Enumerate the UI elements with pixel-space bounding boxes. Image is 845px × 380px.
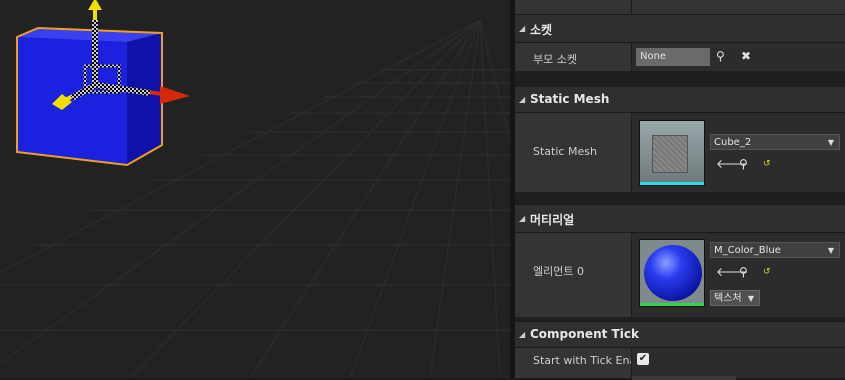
- spacer: [515, 317, 845, 321]
- element-label: 엘리먼트 0: [533, 265, 584, 278]
- material-combo-value: M_Color_Blue: [714, 245, 781, 256]
- start-with-tick-value: ✔: [631, 348, 845, 380]
- chevron-down-icon: ▼: [827, 138, 834, 147]
- triangle-down-icon[interactable]: ◢: [519, 24, 525, 33]
- triangle-down-icon[interactable]: ◢: [519, 330, 525, 339]
- spacer: [515, 192, 845, 204]
- category-title: 소켓: [530, 23, 553, 37]
- texture-button[interactable]: 텍스처 ▼: [710, 290, 760, 306]
- reset-arrow-icon[interactable]: ↺: [763, 265, 771, 279]
- cube-mesh: [16, 26, 163, 167]
- reset-arrow-icon[interactable]: ↺: [763, 157, 771, 171]
- magnifier-icon[interactable]: ⚲: [739, 157, 748, 171]
- category-title: Static Mesh: [530, 92, 610, 106]
- magnifier-icon[interactable]: ⚲: [739, 265, 748, 279]
- material-value: M_Color_Blue ▼ 🡐 ⚲ ↺ 텍스처 ▼: [631, 233, 845, 317]
- chevron-down-icon: ▼: [827, 246, 834, 255]
- static-mesh-row: Static Mesh Cube_2 ▼ 🡐 ⚲ ↺: [515, 113, 845, 192]
- material-combo[interactable]: M_Color_Blue ▼: [710, 242, 840, 258]
- category-materials[interactable]: ◢ 머티리얼: [515, 205, 845, 232]
- mesh-thumbnail[interactable]: [639, 120, 705, 186]
- parent-socket-label: 부모 소켓: [533, 53, 577, 66]
- category-socket[interactable]: ◢ 소켓: [515, 15, 845, 42]
- start-with-tick-row: Start with Tick Enabled ✔: [515, 348, 845, 380]
- mesh-thumbnail-underline: [640, 182, 704, 185]
- parent-socket-field[interactable]: None: [636, 48, 710, 66]
- parent-socket-value: None ⚲ ✖: [631, 43, 845, 71]
- material-thumbnail[interactable]: [639, 239, 705, 307]
- texture-button-label: 텍스처: [714, 293, 742, 304]
- magnifier-icon[interactable]: ⚲: [716, 49, 725, 63]
- start-with-tick-checkbox[interactable]: ✔: [637, 353, 649, 365]
- static-mesh-label: Static Mesh: [533, 145, 597, 158]
- parent-socket-row: 부모 소켓 None ⚲ ✖: [515, 43, 845, 71]
- material-thumbnail-underline: [640, 303, 704, 306]
- x-icon[interactable]: ✖: [741, 49, 751, 63]
- level-viewport[interactable]: [0, 0, 510, 378]
- spacer: [515, 71, 845, 87]
- details-panel: ◢ 소켓 부모 소켓 None ⚲ ✖ ◢ Static Mesh Static…: [515, 0, 845, 380]
- chevron-down-icon: ▼: [747, 294, 754, 303]
- category-title: Component Tick: [530, 327, 639, 341]
- triangle-down-icon[interactable]: ◢: [519, 214, 525, 223]
- start-with-tick-label: Start with Tick Enabled: [533, 354, 633, 367]
- category-title: 머티리얼: [530, 213, 575, 227]
- category-static-mesh[interactable]: ◢ Static Mesh: [515, 87, 845, 112]
- category-component-tick[interactable]: ◢ Component Tick: [515, 322, 845, 347]
- previous-property-row: [515, 0, 845, 14]
- viewport-scene: [0, 0, 510, 378]
- next-field: [632, 376, 736, 380]
- value-column: [631, 0, 632, 14]
- static-mesh-combo[interactable]: Cube_2 ▼: [710, 134, 840, 150]
- static-mesh-combo-value: Cube_2: [714, 137, 752, 148]
- static-mesh-value: Cube_2 ▼ 🡐 ⚲ ↺: [631, 113, 845, 192]
- triangle-down-icon[interactable]: ◢: [519, 95, 525, 104]
- material-element-row: 엘리먼트 0 M_Color_Blue ▼ 🡐 ⚲ ↺ 텍스처 ▼: [515, 233, 845, 317]
